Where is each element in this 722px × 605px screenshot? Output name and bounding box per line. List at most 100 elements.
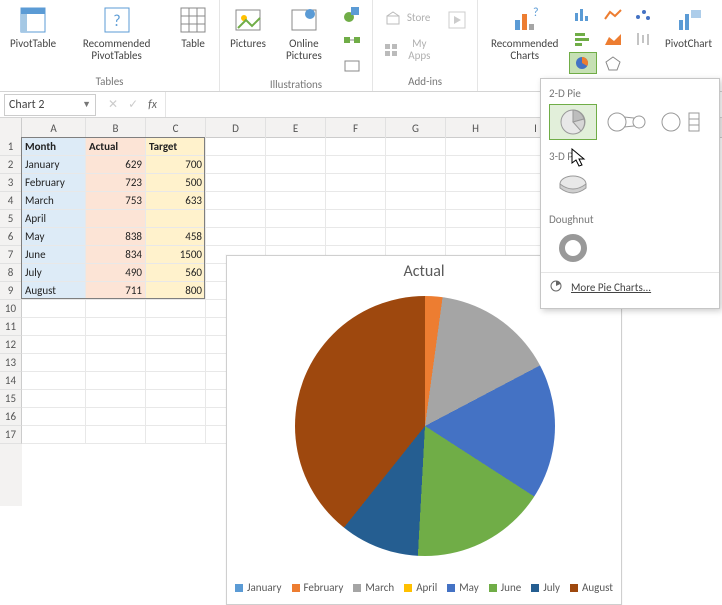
- chart-legend[interactable]: JanuaryFebruaryMarchAprilMayJuneJulyAugu…: [227, 581, 621, 594]
- row-header[interactable]: 8: [0, 264, 22, 282]
- pie-chart-button[interactable]: [569, 52, 597, 74]
- cell[interactable]: [86, 300, 146, 318]
- cell[interactable]: [22, 372, 86, 390]
- smartart-button[interactable]: [338, 28, 366, 52]
- cell[interactable]: [266, 174, 326, 192]
- doughnut-option[interactable]: [549, 230, 597, 266]
- stock-chart-button[interactable]: [629, 28, 657, 50]
- cell[interactable]: [206, 156, 266, 174]
- row-header[interactable]: 9: [0, 282, 22, 300]
- cell[interactable]: [266, 210, 326, 228]
- cell[interactable]: [86, 408, 146, 426]
- cell[interactable]: 1500: [146, 246, 206, 264]
- row-header[interactable]: 11: [0, 318, 22, 336]
- cell[interactable]: [86, 210, 146, 228]
- cell[interactable]: [206, 138, 266, 156]
- cell[interactable]: [386, 174, 446, 192]
- recommended-pivottables-button[interactable]: ? Recommended PivotTables: [64, 2, 169, 64]
- cell[interactable]: [146, 408, 206, 426]
- row-header[interactable]: 12: [0, 336, 22, 354]
- legend-item[interactable]: April: [404, 581, 437, 594]
- scatter-chart-button[interactable]: [629, 4, 657, 26]
- cell[interactable]: [266, 138, 326, 156]
- cell[interactable]: January: [22, 156, 86, 174]
- cell[interactable]: 560: [146, 264, 206, 282]
- cell[interactable]: [146, 300, 206, 318]
- cell[interactable]: [326, 174, 386, 192]
- column-header[interactable]: A: [22, 118, 86, 138]
- cell[interactable]: [446, 156, 506, 174]
- bar-of-pie-option[interactable]: [657, 104, 705, 140]
- row-header[interactable]: 6: [0, 228, 22, 246]
- cell[interactable]: [326, 192, 386, 210]
- cell[interactable]: 834: [86, 246, 146, 264]
- name-box-dropdown-icon[interactable]: ▼: [82, 99, 91, 110]
- legend-item[interactable]: February: [292, 581, 344, 594]
- cell[interactable]: [146, 426, 206, 444]
- shapes-button[interactable]: [338, 2, 366, 26]
- cell[interactable]: 700: [146, 156, 206, 174]
- cell[interactable]: 753: [86, 192, 146, 210]
- cell[interactable]: 633: [146, 192, 206, 210]
- pie-3d-option[interactable]: [549, 167, 597, 203]
- cell[interactable]: [326, 210, 386, 228]
- column-header[interactable]: C: [146, 118, 206, 138]
- column-header[interactable]: E: [266, 118, 326, 138]
- cell[interactable]: [22, 336, 86, 354]
- cell[interactable]: [326, 228, 386, 246]
- pivotchart-button[interactable]: PivotChart: [661, 2, 716, 52]
- row-header[interactable]: 4: [0, 192, 22, 210]
- cell[interactable]: [446, 228, 506, 246]
- combo-chart-button[interactable]: [629, 52, 657, 74]
- cell[interactable]: [446, 138, 506, 156]
- store-button[interactable]: Store: [379, 6, 440, 30]
- cell[interactable]: [326, 156, 386, 174]
- cell[interactable]: Actual: [86, 138, 146, 156]
- cell[interactable]: [22, 390, 86, 408]
- legend-item[interactable]: June: [489, 581, 522, 594]
- row-header[interactable]: 7: [0, 246, 22, 264]
- cell[interactable]: 838: [86, 228, 146, 246]
- row-header[interactable]: 10: [0, 300, 22, 318]
- enter-icon[interactable]: ✓: [128, 97, 138, 112]
- cell[interactable]: [446, 174, 506, 192]
- legend-item[interactable]: July: [531, 581, 560, 594]
- cell[interactable]: February: [22, 174, 86, 192]
- column-header[interactable]: G: [386, 118, 446, 138]
- cancel-icon[interactable]: ✕: [108, 97, 118, 112]
- cell[interactable]: 490: [86, 264, 146, 282]
- cell[interactable]: [386, 210, 446, 228]
- row-header[interactable]: 14: [0, 372, 22, 390]
- cell[interactable]: [22, 300, 86, 318]
- cell[interactable]: [22, 354, 86, 372]
- cell[interactable]: May: [22, 228, 86, 246]
- cell[interactable]: [206, 192, 266, 210]
- cell[interactable]: 458: [146, 228, 206, 246]
- more-pie-charts[interactable]: More Pie Charts...: [541, 272, 719, 302]
- cell[interactable]: [86, 426, 146, 444]
- cell[interactable]: [206, 228, 266, 246]
- cell[interactable]: 500: [146, 174, 206, 192]
- select-all-corner[interactable]: [0, 118, 22, 138]
- row-header[interactable]: 2: [0, 156, 22, 174]
- cell[interactable]: [86, 354, 146, 372]
- radar-chart-button[interactable]: [599, 52, 627, 74]
- bing-maps-button[interactable]: [443, 2, 471, 32]
- cell[interactable]: 629: [86, 156, 146, 174]
- row-header[interactable]: 3: [0, 174, 22, 192]
- recommended-charts-button[interactable]: ? Recommended Charts: [484, 2, 565, 64]
- cell[interactable]: April: [22, 210, 86, 228]
- row-header[interactable]: 13: [0, 354, 22, 372]
- cell[interactable]: [386, 138, 446, 156]
- fx-icon[interactable]: fx: [148, 98, 157, 112]
- cell[interactable]: [22, 318, 86, 336]
- cell[interactable]: [206, 210, 266, 228]
- cell[interactable]: [146, 354, 206, 372]
- cell[interactable]: [446, 192, 506, 210]
- pictures-button[interactable]: Pictures: [226, 2, 270, 52]
- legend-item[interactable]: May: [447, 581, 478, 594]
- cell[interactable]: [386, 228, 446, 246]
- column-header[interactable]: B: [86, 118, 146, 138]
- row-header[interactable]: 16: [0, 408, 22, 426]
- cell[interactable]: 723: [86, 174, 146, 192]
